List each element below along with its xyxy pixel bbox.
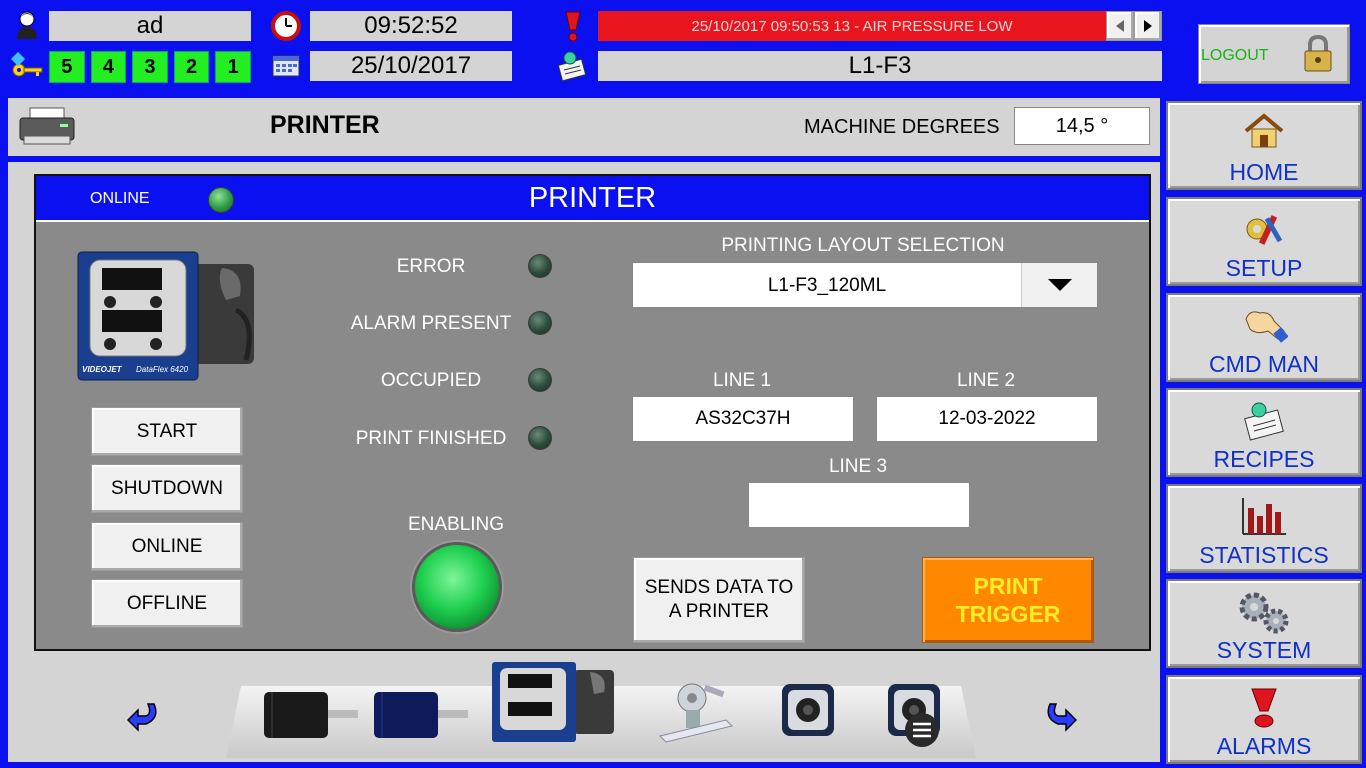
bar-chart-icon — [1242, 498, 1286, 535]
nav-home-button[interactable]: HOME — [1166, 101, 1362, 190]
arrow-forward-icon — [1047, 703, 1078, 732]
error-indicator — [528, 254, 552, 278]
chevron-down-icon — [1047, 279, 1072, 291]
line1-label: LINE 1 — [712, 370, 772, 391]
layout-selection-label: PRINTING LAYOUT SELECTION — [721, 235, 1005, 256]
panel-header: ONLINE PRINTER — [36, 176, 1149, 222]
enabling-indicator — [412, 542, 502, 632]
alarm-banner[interactable]: 25/10/2017 09:50:53 13 - AIR PRESSURE LO… — [598, 11, 1106, 41]
calendar-icon — [272, 54, 300, 78]
recipe-icon — [556, 50, 590, 82]
motor-2-device[interactable] — [372, 690, 470, 740]
recipe-field: L1-F3 — [598, 51, 1162, 81]
recipes-icon — [1244, 402, 1284, 441]
online-button[interactable]: ONLINE — [91, 522, 243, 571]
next-page-button[interactable] — [1042, 698, 1078, 732]
printer-icon — [19, 107, 75, 145]
time-field: 09:52:52 — [310, 11, 512, 41]
nav-setup-button[interactable]: SETUP — [1166, 197, 1362, 286]
title-bar: PRINTER MACHINE DEGREES 14,5 ° — [8, 98, 1160, 156]
padlock-icon — [1304, 35, 1332, 72]
machine-degrees-value: 14,5 ° — [1014, 107, 1150, 145]
nav-home-label: HOME — [1229, 159, 1299, 185]
nav-system-button[interactable]: SYSTEM — [1166, 579, 1362, 668]
camera-menu-icon[interactable] — [904, 712, 940, 748]
print-trigger-button[interactable]: PRINT TRIGGER — [922, 557, 1094, 643]
nav-statistics-button[interactable]: STATISTICS — [1166, 484, 1362, 573]
user-icon — [14, 10, 40, 40]
key-icon — [10, 51, 44, 80]
access-level-2: 2 — [173, 51, 210, 83]
printer-image: VIDEOJET DataFlex 6420 — [76, 250, 258, 382]
offline-button[interactable]: OFFLINE — [91, 579, 243, 628]
shutdown-button[interactable]: SHUTDOWN — [91, 464, 243, 513]
access-level-3: 3 — [132, 51, 168, 83]
alarm-present-label: ALARM PRESENT — [350, 313, 512, 334]
panel-title: PRINTER — [528, 182, 657, 214]
logout-button[interactable]: LOGOUT — [1198, 24, 1350, 84]
line2-label: LINE 2 — [956, 370, 1016, 391]
layout-dropdown-button[interactable] — [1021, 263, 1097, 307]
line3-input[interactable] — [748, 482, 970, 528]
logout-label: LOGOUT — [1201, 47, 1269, 64]
print-finished-label: PRINT FINISHED — [355, 428, 507, 449]
nav-recipes-label: RECIPES — [1213, 446, 1315, 472]
access-levels: 5 4 3 2 1 — [49, 51, 251, 83]
setup-tools-icon — [1246, 215, 1283, 245]
gears-icon — [1239, 592, 1289, 634]
nav-setup-label: SETUP — [1225, 255, 1303, 281]
alarm-prev-button[interactable] — [1106, 11, 1134, 41]
printer-device[interactable] — [490, 660, 618, 742]
page-title: PRINTER — [270, 111, 380, 139]
layout-selected-value: L1-F3_120ML — [767, 275, 887, 296]
date-field: 25/10/2017 — [310, 51, 512, 81]
occupied-label: OCCUPIED — [380, 370, 482, 391]
nav-cmd-man-label: CMD MAN — [1209, 351, 1319, 377]
start-button[interactable]: START — [91, 407, 243, 456]
hand-icon — [1245, 311, 1288, 343]
error-label: ERROR — [396, 256, 466, 277]
labeler-device[interactable] — [656, 680, 736, 744]
printer-panel: ONLINE PRINTER VIDEOJET DataFlex 6420 ST… — [34, 174, 1151, 651]
line2-input[interactable]: 12-03-2022 — [876, 396, 1098, 442]
alarm-message: 25/10/2017 09:50:53 13 - AIR PRESSURE LO… — [691, 17, 1013, 35]
access-level-1: 1 — [215, 51, 251, 83]
alarm-next-button[interactable] — [1134, 11, 1162, 41]
enabling-label: ENABLING — [407, 514, 505, 535]
line1-input[interactable]: AS32C37H — [632, 396, 854, 442]
access-level-5: 5 — [49, 51, 85, 83]
prev-page-button[interactable] — [126, 698, 162, 732]
machine-degrees-label: MACHINE DEGREES — [804, 116, 1000, 138]
alarm-present-indicator — [528, 311, 552, 335]
chevron-left-icon — [1116, 20, 1124, 32]
nav-cmd-man-button[interactable]: CMD MAN — [1166, 293, 1362, 382]
clock-icon — [270, 10, 302, 42]
chevron-right-icon — [1144, 20, 1152, 32]
printer-brand: VIDEOJET — [82, 365, 122, 374]
printer-model: DataFlex 6420 — [136, 365, 189, 374]
motor-1-device[interactable] — [262, 690, 360, 740]
user-field: ad — [49, 11, 251, 41]
home-icon — [1244, 113, 1284, 148]
occupied-indicator — [528, 368, 552, 392]
nav-alarms-label: ALARMS — [1216, 733, 1312, 759]
nav-alarms-button[interactable]: ALARMS — [1166, 675, 1362, 764]
arrow-back-icon — [126, 703, 157, 732]
nav-system-label: SYSTEM — [1216, 637, 1312, 663]
print-finished-indicator — [528, 426, 552, 450]
alarm-exclamation-icon — [562, 10, 584, 42]
nav-recipes-button[interactable]: RECIPES — [1166, 388, 1362, 477]
line3-label: LINE 3 — [828, 456, 888, 477]
alarm-exclamation-icon — [1251, 688, 1277, 728]
layout-select[interactable]: L1-F3_120ML — [632, 262, 1098, 308]
camera-1-device[interactable] — [780, 682, 836, 738]
access-level-4: 4 — [90, 51, 127, 83]
send-data-button[interactable]: SENDS DATA TO A PRINTER — [633, 557, 805, 643]
nav-statistics-label: STATISTICS — [1199, 542, 1329, 568]
